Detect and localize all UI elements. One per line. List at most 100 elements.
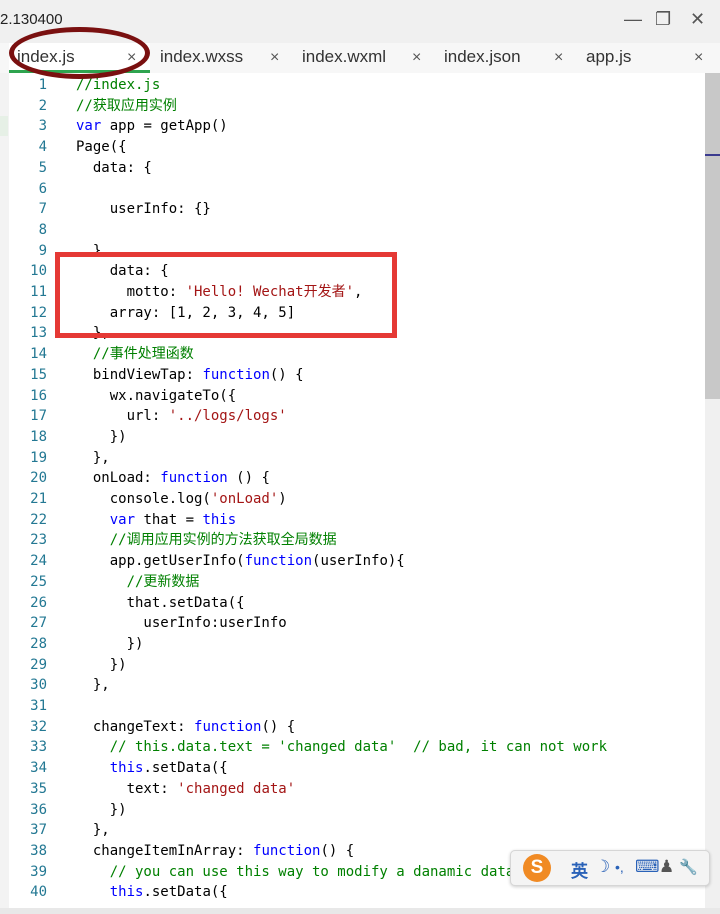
code-token: (userInfo){	[312, 553, 405, 570]
code-token: //index.js	[76, 77, 161, 93]
code-line[interactable]: data: {	[76, 158, 152, 179]
line-number: 31	[30, 698, 47, 714]
punctuation-icon[interactable]: •,	[615, 859, 624, 875]
line-number: 9	[38, 242, 47, 259]
code-line[interactable]: },	[76, 675, 110, 696]
code-token: //事件处理函数	[76, 346, 194, 363]
ime-toolbar[interactable]: S 英 ☽ •, ⌨ ♟ 🔧	[510, 850, 710, 886]
code-token: function	[194, 718, 262, 735]
keyboard-icon[interactable]: ⌨	[635, 857, 660, 877]
code-token: .setData({	[143, 760, 228, 777]
user-icon[interactable]: ♟	[659, 857, 674, 877]
line-number: 37	[30, 822, 47, 839]
code-line[interactable]: //更新数据	[76, 572, 200, 593]
horizontal-scrollbar[interactable]	[0, 908, 720, 914]
code-line[interactable]: userInfo: {}	[76, 199, 211, 220]
line-number: 20	[30, 470, 47, 487]
side-panel-selection	[0, 116, 8, 136]
code-line[interactable]: // you can use this way to modify a dana…	[76, 862, 515, 883]
line-number: 32	[30, 718, 47, 735]
annotation-rectangle	[55, 252, 397, 338]
code-line[interactable]: })	[76, 634, 144, 655]
code-line[interactable]: userInfo:userInfo	[76, 613, 287, 634]
side-panel-edge	[0, 73, 9, 914]
minimize-icon[interactable]: —	[624, 8, 642, 30]
line-number: 19	[30, 449, 47, 466]
code-token: this	[76, 884, 144, 901]
tab-label: index.wxss	[160, 47, 244, 66]
code-line[interactable]: //调用应用实例的方法获取全局数据	[76, 530, 337, 551]
code-line[interactable]: wx.navigateTo({	[76, 386, 236, 407]
code-line[interactable]: url: '../logs/logs'	[76, 406, 287, 427]
code-line[interactable]: that.setData({	[76, 593, 245, 614]
tab-index-wxss[interactable]: index.wxss ×	[150, 43, 292, 73]
code-line[interactable]: },	[76, 820, 110, 841]
code-line[interactable]: var app = getApp()	[76, 116, 228, 137]
tab-index-json[interactable]: index.json ×	[434, 43, 576, 73]
restore-icon[interactable]: ❐	[655, 8, 671, 30]
line-number: 8	[38, 221, 47, 238]
code-token: () {	[269, 366, 304, 383]
line-number: 30	[30, 677, 47, 694]
code-token: // you can use this way to modify a dana…	[76, 863, 515, 880]
code-line[interactable]: changeItemInArray: function() {	[76, 841, 354, 862]
close-tab-icon[interactable]: ×	[554, 49, 563, 67]
code-line[interactable]: //获取应用实例	[76, 96, 177, 117]
line-number: 33	[30, 739, 47, 756]
line-number: 11	[30, 284, 47, 300]
code-line[interactable]: })	[76, 427, 127, 448]
line-number: 24	[30, 553, 47, 570]
line-number: 38	[30, 842, 47, 859]
line-number: 39	[30, 863, 47, 880]
code-editor[interactable]: 1 //index.js 2 //获取应用实例 3 var app = getApp() 4…	[9, 73, 705, 908]
code-token: wx.navigateTo({	[76, 387, 237, 404]
code-line[interactable]: text: 'changed data'	[76, 779, 296, 800]
code-token: console.log(	[76, 491, 211, 507]
line-number: 18	[30, 428, 47, 445]
code-token: },	[76, 677, 110, 694]
code-line[interactable]: //事件处理函数	[76, 344, 194, 365]
line-number: 36	[30, 801, 47, 818]
close-tab-icon[interactable]: ×	[412, 49, 421, 67]
moon-icon[interactable]: ☽	[595, 857, 610, 877]
line-number: 3	[38, 118, 47, 135]
line-number: 23	[30, 532, 47, 549]
close-icon[interactable]: ✕	[690, 8, 705, 30]
code-line[interactable]: // this.data.text = 'changed data' // ba…	[76, 737, 607, 758]
code-line[interactable]: changeText: function() {	[76, 717, 295, 738]
code-line[interactable]: var that = this	[76, 510, 236, 531]
tab-app-js[interactable]: app.js ×	[576, 43, 720, 73]
code-token: })	[76, 656, 127, 673]
ime-mode-toggle[interactable]: 英	[571, 857, 588, 882]
code-token: })	[76, 428, 127, 445]
close-tab-icon[interactable]: ×	[270, 49, 279, 67]
line-number: 7	[38, 201, 47, 218]
line-number: 16	[30, 387, 47, 404]
code-token: userInfo:userInfo	[76, 615, 287, 632]
code-line[interactable]: this.setData({	[76, 758, 228, 779]
code-line[interactable]: },	[76, 448, 110, 469]
sogou-logo-icon[interactable]: S	[523, 854, 551, 882]
line-number: 10	[30, 263, 47, 280]
code-line[interactable]: bindViewTap: function() {	[76, 365, 304, 386]
annotation-circle	[9, 27, 150, 79]
code-token: var	[76, 511, 136, 528]
code-line[interactable]: console.log('onLoad')	[76, 489, 287, 510]
line-number: 17	[30, 408, 47, 425]
tab-index-wxml[interactable]: index.wxml ×	[292, 43, 434, 73]
settings-wrench-icon[interactable]: 🔧	[679, 858, 698, 876]
code-token: userInfo: {}	[76, 201, 211, 218]
scrollbar-thumb[interactable]	[705, 73, 720, 399]
code-token: data: {	[76, 159, 152, 176]
code-line[interactable]: this.setData({	[76, 882, 228, 903]
code-token: },	[76, 449, 110, 466]
code-line[interactable]: })	[76, 655, 127, 676]
close-tab-icon[interactable]: ×	[694, 49, 703, 67]
code-line[interactable]: app.getUserInfo(function(userInfo){	[76, 551, 405, 572]
code-token: changeItemInArray:	[76, 842, 254, 859]
code-line[interactable]: onLoad: function () {	[76, 468, 270, 489]
code-line[interactable]: })	[76, 800, 127, 821]
code-token: function	[253, 842, 321, 859]
line-number: 22	[30, 511, 47, 528]
code-line[interactable]: Page({	[76, 137, 127, 158]
